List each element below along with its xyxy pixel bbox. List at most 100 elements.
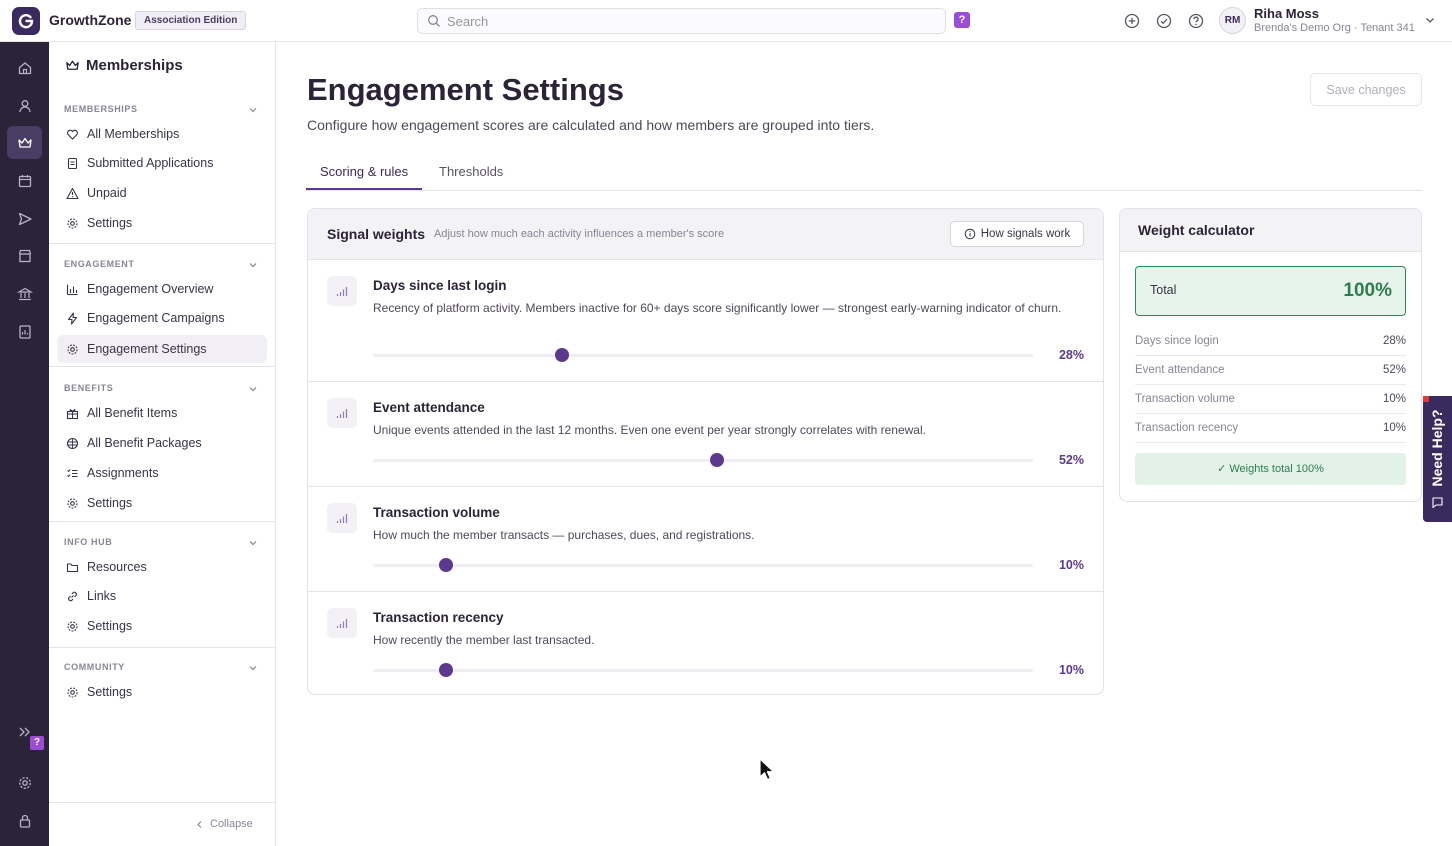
signal-strength-icon bbox=[327, 398, 357, 428]
card-subtitle: Adjust how much each activity influences… bbox=[434, 228, 725, 240]
question-circle-icon[interactable] bbox=[1187, 12, 1205, 30]
section-heading[interactable]: COMMUNITY bbox=[64, 662, 125, 672]
rail-help-badge[interactable]: ? bbox=[30, 736, 44, 750]
search-icon bbox=[428, 15, 440, 27]
sidebar-item-label: Assignments bbox=[87, 466, 159, 480]
sidebar-item-label: Settings bbox=[87, 685, 133, 699]
sidebar-item-links[interactable]: Links bbox=[57, 582, 267, 610]
calculator-row-value: 10% bbox=[1382, 393, 1406, 405]
sidebar-item-submitted-applications[interactable]: Submitted Applications bbox=[57, 149, 267, 177]
slider-thumb[interactable] bbox=[438, 663, 453, 677]
sidebar-item-engagement-campaigns[interactable]: Engagement Campaigns bbox=[57, 304, 267, 332]
signal-description: How much the member transacts — purchase… bbox=[373, 528, 755, 542]
total-value: 100% bbox=[1343, 280, 1392, 301]
report-icon[interactable] bbox=[15, 322, 34, 341]
send-icon[interactable] bbox=[15, 209, 34, 228]
person-icon[interactable] bbox=[15, 96, 34, 115]
signal-weight-value: 52% bbox=[1058, 453, 1084, 467]
signal-name: Transaction recency bbox=[373, 610, 504, 625]
store-icon[interactable] bbox=[15, 246, 34, 265]
sidebar-item-all-memberships[interactable]: All Memberships bbox=[57, 120, 267, 148]
need-help-label: Need Help? bbox=[1429, 409, 1445, 487]
warning-icon bbox=[66, 187, 79, 200]
slider-thumb[interactable] bbox=[438, 558, 453, 572]
card-title: Weight calculator bbox=[1138, 222, 1255, 238]
chevron-down-icon[interactable] bbox=[248, 105, 258, 115]
how-signals-work-button[interactable]: How signals work bbox=[950, 221, 1084, 247]
chevron-down-icon[interactable] bbox=[248, 260, 258, 270]
weight-slider[interactable] bbox=[373, 663, 1033, 677]
sidebar-item-engagement-settings[interactable]: Engagement Settings bbox=[57, 335, 267, 363]
section-heading[interactable]: INFO HUB bbox=[64, 537, 112, 547]
signal-row: Transaction recency How recently the mem… bbox=[308, 592, 1103, 694]
tab-scoring-rules[interactable]: Scoring & rules bbox=[320, 164, 408, 179]
checklist-icon bbox=[67, 469, 78, 478]
calculator-row-label: Transaction volume bbox=[1135, 393, 1235, 405]
chevron-down-icon[interactable] bbox=[248, 384, 258, 394]
bank-icon[interactable] bbox=[15, 284, 34, 303]
sidebar-item-label: Settings bbox=[87, 619, 133, 633]
user-org: Brenda's Demo Org · Tenant 341 bbox=[1254, 22, 1415, 34]
weight-slider[interactable] bbox=[373, 558, 1033, 572]
page-subtitle: Configure how engagement scores are calc… bbox=[307, 117, 875, 133]
sidebar-item-community-settings[interactable]: Settings bbox=[57, 678, 267, 706]
signal-description: How recently the member last transacted. bbox=[373, 633, 595, 647]
check-circle-icon[interactable] bbox=[1155, 12, 1173, 30]
signal-strength-icon bbox=[327, 276, 357, 306]
sidebar-item-label: Links bbox=[87, 589, 117, 603]
sidebar-item-all-benefit-packages[interactable]: All Benefit Packages bbox=[57, 429, 267, 457]
gear-icon[interactable] bbox=[15, 773, 34, 792]
mouse-cursor-icon bbox=[759, 758, 775, 781]
sidebar-item-all-benefit-items[interactable]: All Benefit Items bbox=[57, 399, 267, 427]
collapse-sidebar-button[interactable]: Collapse bbox=[49, 802, 276, 846]
signal-description: Unique events attended in the last 12 mo… bbox=[373, 423, 926, 437]
crown-icon[interactable] bbox=[7, 126, 42, 159]
app-rail: ? bbox=[0, 42, 49, 846]
notification-dot bbox=[1423, 396, 1429, 402]
section-heading[interactable]: ENGAGEMENT bbox=[64, 259, 135, 269]
calculator-row-label: Transaction recency bbox=[1135, 422, 1239, 434]
sidebar-item-unpaid[interactable]: Unpaid bbox=[57, 179, 267, 207]
calculator-row-value: 10% bbox=[1382, 422, 1406, 434]
weight-slider[interactable] bbox=[373, 348, 1033, 362]
chevron-down-icon[interactable] bbox=[248, 663, 258, 673]
chevron-down-icon[interactable] bbox=[1424, 14, 1436, 26]
sidebar-item-label: All Memberships bbox=[87, 127, 180, 141]
growthzone-logo-icon[interactable] bbox=[12, 7, 40, 35]
slider-thumb[interactable] bbox=[709, 453, 724, 467]
save-changes-button[interactable]: Save changes bbox=[1310, 73, 1422, 106]
need-help-tab[interactable]: Need Help? bbox=[1423, 396, 1452, 522]
sidebar-item-label: Engagement Campaigns bbox=[87, 311, 225, 325]
sidebar-section-info-hub: INFO HUB Resources Links Settings bbox=[49, 521, 276, 647]
avatar[interactable]: RM bbox=[1219, 7, 1246, 34]
global-search[interactable] bbox=[417, 8, 946, 34]
sidebar-item-benefit-settings[interactable]: Settings bbox=[57, 489, 267, 517]
gift-icon bbox=[66, 409, 79, 420]
lightning-icon bbox=[67, 312, 78, 325]
user-name[interactable]: Riha Moss bbox=[1254, 6, 1319, 21]
signal-name: Transaction volume bbox=[373, 505, 500, 520]
sidebar-item-engagement-overview[interactable]: Engagement Overview bbox=[57, 275, 267, 303]
calendar-icon[interactable] bbox=[15, 171, 34, 190]
sidebar-item-label: Unpaid bbox=[87, 186, 127, 200]
help-badge[interactable]: ? bbox=[954, 12, 970, 28]
slider-thumb[interactable] bbox=[554, 348, 569, 362]
folder-icon bbox=[66, 563, 79, 573]
section-heading[interactable]: MEMBERSHIPS bbox=[64, 104, 138, 114]
tab-thresholds[interactable]: Thresholds bbox=[439, 164, 503, 179]
search-input[interactable] bbox=[447, 12, 927, 30]
sidebar-item-info-hub-settings[interactable]: Settings bbox=[57, 612, 267, 640]
lock-icon[interactable] bbox=[15, 811, 34, 830]
sidebar-item-membership-settings[interactable]: Settings bbox=[57, 209, 267, 237]
chevron-down-icon[interactable] bbox=[248, 538, 258, 548]
home-icon[interactable] bbox=[15, 58, 34, 77]
sidebar-item-assignments[interactable]: Assignments bbox=[57, 459, 267, 487]
sidebar-item-resources[interactable]: Resources bbox=[57, 553, 267, 581]
calculator-row: Event attendance 52% bbox=[1135, 356, 1406, 385]
weight-slider[interactable] bbox=[373, 453, 1033, 467]
section-heading[interactable]: BENEFITS bbox=[64, 383, 113, 393]
signal-row: Transaction volume How much the member t… bbox=[308, 487, 1103, 592]
bar-chart-icon bbox=[66, 284, 78, 296]
signal-weights-card: Signal weights Adjust how much each acti… bbox=[307, 208, 1104, 695]
plus-circle-icon[interactable] bbox=[1123, 12, 1141, 30]
